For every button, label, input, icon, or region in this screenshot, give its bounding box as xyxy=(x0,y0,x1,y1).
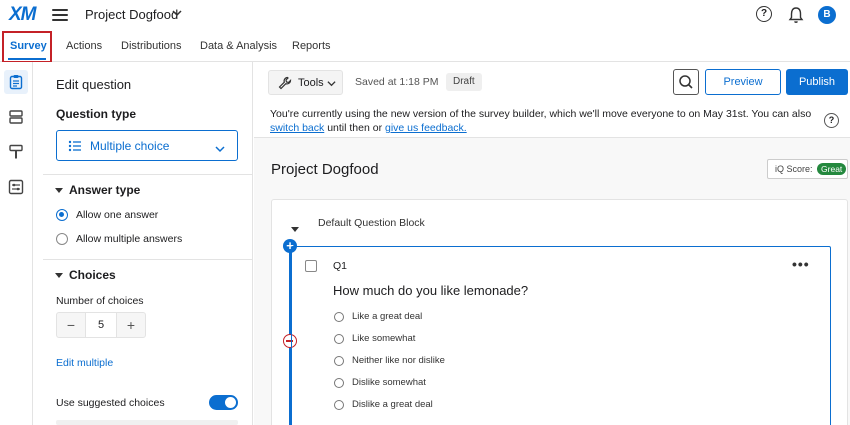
radio-allow-one-answer[interactable]: Allow one answer xyxy=(56,209,158,221)
bell-icon[interactable] xyxy=(788,6,804,24)
project-name[interactable]: Project Dogfood xyxy=(85,7,178,22)
number-of-choices-stepper: − 5 + xyxy=(56,312,146,338)
help-icon[interactable]: ? xyxy=(756,6,772,22)
choice-item[interactable]: Dislike a great deal xyxy=(334,399,433,410)
caret-down-icon xyxy=(55,188,63,194)
iq-score-badge[interactable]: iQ Score: Great xyxy=(767,159,848,179)
tools-label: Tools xyxy=(298,77,324,89)
choice-item[interactable]: Like a great deal xyxy=(334,311,422,322)
wrench-icon xyxy=(278,76,292,93)
xm-logo[interactable]: XM xyxy=(9,4,36,26)
answer-type-toggle[interactable]: Answer type xyxy=(55,183,140,197)
search-icon xyxy=(679,75,693,89)
choice-item[interactable]: Neither like nor dislike xyxy=(334,355,445,366)
tool-rail xyxy=(0,62,33,425)
tab-data-analysis[interactable]: Data & Analysis xyxy=(200,40,277,52)
radio-allow-multiple-answers[interactable]: Allow multiple answers xyxy=(56,233,182,245)
highlight-box xyxy=(2,31,52,63)
builder-banner: You're currently using the new version o… xyxy=(254,104,850,138)
tools-button[interactable]: Tools xyxy=(268,70,343,95)
tab-reports[interactable]: Reports xyxy=(292,40,331,52)
question-number: Q1 xyxy=(333,260,348,272)
radio-label: Allow one answer xyxy=(76,209,159,221)
iq-score-label: iQ Score: xyxy=(775,164,813,174)
survey-title[interactable]: Project Dogfood xyxy=(271,161,379,178)
search-button[interactable] xyxy=(673,69,699,95)
switch-back-link[interactable]: switch back xyxy=(270,122,324,134)
decrement-button[interactable]: − xyxy=(57,313,85,337)
iq-score-value: Great xyxy=(817,163,847,175)
question-select-checkbox[interactable] xyxy=(305,260,317,272)
question-type-value: Multiple choice xyxy=(90,139,170,153)
question-text[interactable]: How much do you like lemonade? xyxy=(333,283,528,298)
top-bar: XM Project Dogfood ? B xyxy=(0,0,850,32)
choice-label: Like a great deal xyxy=(352,311,423,322)
caret-down-icon[interactable] xyxy=(291,221,299,239)
publish-button[interactable]: Publish xyxy=(786,69,848,95)
divider xyxy=(43,174,253,175)
radio-label: Allow multiple answers xyxy=(76,233,183,245)
choice-label: Neither like nor dislike xyxy=(352,355,445,366)
radio-icon xyxy=(334,333,344,344)
suggested-choices-toggle[interactable] xyxy=(209,395,238,410)
help-icon[interactable]: ? xyxy=(824,113,839,128)
banner-middle-text: until then or xyxy=(324,122,385,134)
question-type-select[interactable]: Multiple choice xyxy=(56,130,238,161)
survey-canvas: Tools Saved at 1:18 PM Draft Preview Pub… xyxy=(254,62,850,425)
radio-unselected[interactable] xyxy=(56,233,68,245)
avatar[interactable]: B xyxy=(818,6,836,24)
choice-label: Dislike a great deal xyxy=(352,399,433,410)
banner-line-2: switch back until then or give us feedba… xyxy=(270,121,467,135)
question-type-label: Question type xyxy=(56,107,137,121)
tab-distributions[interactable]: Distributions xyxy=(121,40,182,52)
radio-icon xyxy=(334,377,344,388)
radio-icon xyxy=(334,355,344,366)
feedback-link[interactable]: give us feedback. xyxy=(385,122,467,134)
number-of-choices-label: Number of choices xyxy=(56,295,144,307)
rail-survey-icon[interactable] xyxy=(4,70,28,94)
radio-icon xyxy=(334,399,344,410)
tab-actions[interactable]: Actions xyxy=(66,40,102,52)
choice-item[interactable]: Like somewhat xyxy=(334,333,415,344)
rail-flow-icon[interactable] xyxy=(4,105,28,129)
suggested-choices-label: Use suggested choices xyxy=(56,397,165,409)
choices-heading: Choices xyxy=(69,268,116,282)
rail-look-feel-icon[interactable] xyxy=(4,140,28,164)
radio-selected[interactable] xyxy=(56,209,68,221)
preview-button[interactable]: Preview xyxy=(705,69,781,95)
panel-title: Edit question xyxy=(56,77,132,92)
list-icon xyxy=(68,139,82,158)
choices-toggle[interactable]: Choices xyxy=(55,268,116,282)
chevron-down-icon xyxy=(327,79,336,91)
banner-text: You're currently using the new version o… xyxy=(270,108,812,120)
saved-status: Saved at 1:18 PM xyxy=(355,76,439,88)
block-title[interactable]: Default Question Block xyxy=(318,217,425,229)
caret-down-icon xyxy=(55,273,63,279)
more-options-icon[interactable]: ••• xyxy=(792,256,810,272)
number-of-choices-value[interactable]: 5 xyxy=(85,313,117,337)
question-block: Default Question Block + Q1 ••• How much… xyxy=(271,199,848,425)
radio-icon xyxy=(334,311,344,322)
answer-type-heading: Answer type xyxy=(69,183,141,197)
rail-options-icon[interactable] xyxy=(4,175,28,199)
nav-tabs: Survey Actions Distributions Data & Anal… xyxy=(0,32,850,62)
chevron-down-icon[interactable] xyxy=(172,8,182,21)
draft-badge: Draft xyxy=(446,73,482,91)
edit-question-panel: Edit question Question type Multiple cho… xyxy=(33,62,253,425)
edit-multiple-link[interactable]: Edit multiple xyxy=(56,357,113,369)
choice-label: Dislike somewhat xyxy=(352,377,426,388)
menu-icon[interactable] xyxy=(52,9,68,21)
choice-item[interactable]: Dislike somewhat xyxy=(334,377,426,388)
question-card[interactable]: Q1 ••• How much do you like lemonade? Li… xyxy=(291,246,831,425)
editor-toolbar: Tools Saved at 1:18 PM Draft Preview Pub… xyxy=(254,62,850,104)
panel-next-control xyxy=(56,420,238,425)
choice-label: Like somewhat xyxy=(352,333,416,344)
divider xyxy=(43,259,253,260)
chevron-down-icon xyxy=(215,141,225,159)
increment-button[interactable]: + xyxy=(117,313,145,337)
